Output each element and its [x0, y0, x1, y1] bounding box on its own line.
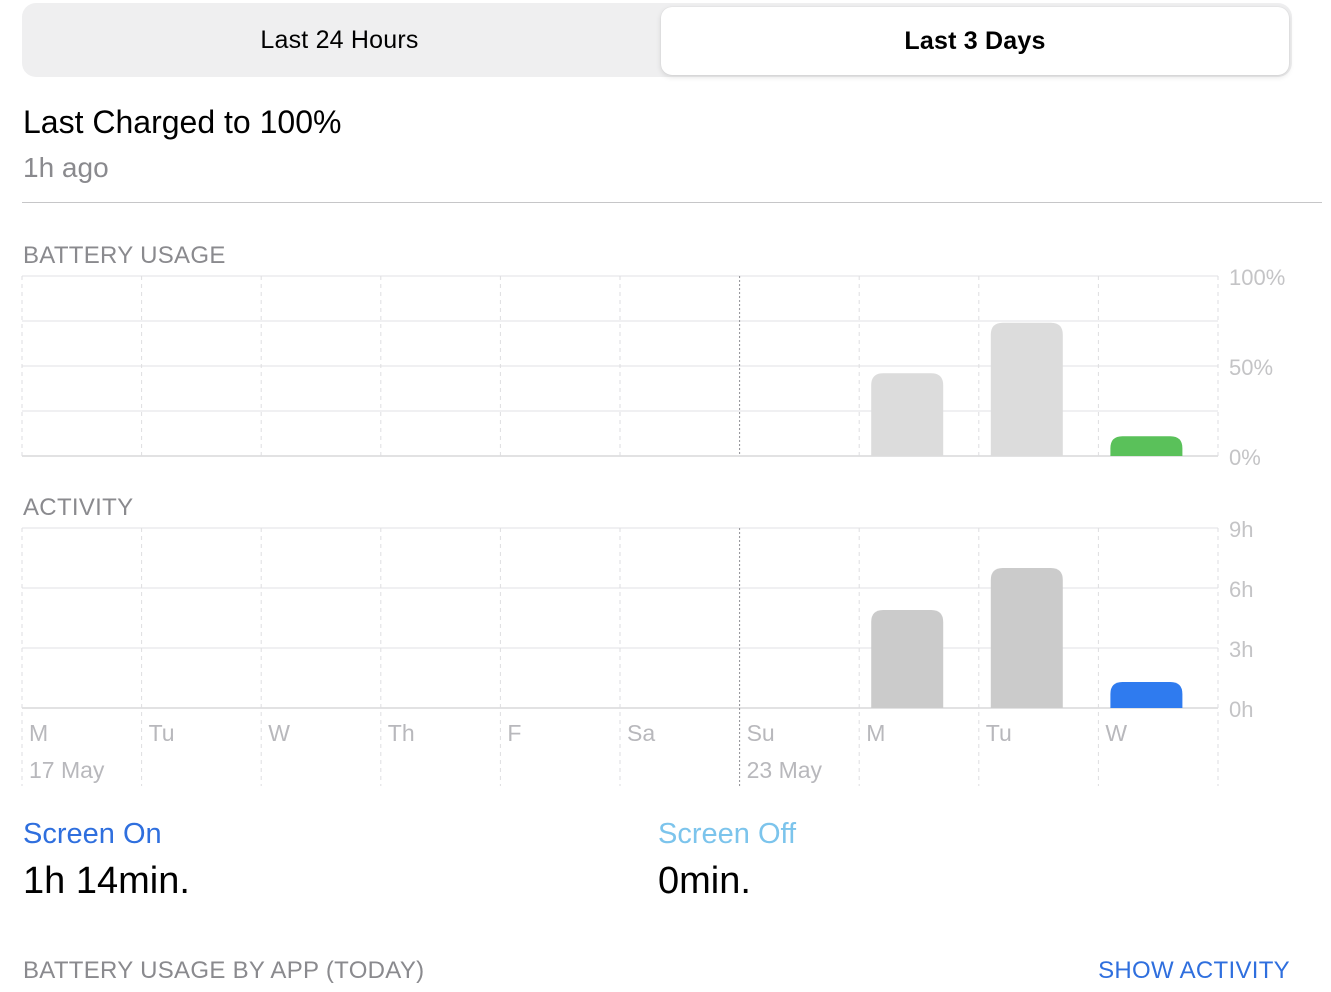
activity-y-tick-label: 0h — [1229, 697, 1253, 722]
screen-on-value: 1h 14min. — [23, 860, 190, 902]
x-axis-day-label: W — [1105, 720, 1127, 746]
screen-off-value: 0min. — [658, 860, 751, 902]
x-axis-day-label: Tu — [149, 720, 175, 746]
x-axis-day-label: Su — [747, 720, 775, 746]
battery-bar — [1110, 436, 1183, 456]
screen-off-label: Screen Off — [658, 818, 797, 850]
x-axis-day-label: Tu — [986, 720, 1012, 746]
activity-y-tick-label: 3h — [1229, 637, 1253, 662]
activity-y-tick-label: 9h — [1229, 517, 1253, 542]
x-axis-day-label: W — [268, 720, 290, 746]
battery-y-tick-label: 0% — [1229, 445, 1261, 470]
battery-usage-by-app-heading: BATTERY USAGE BY APP (TODAY) — [23, 957, 425, 984]
activity-bar — [990, 568, 1063, 708]
x-axis-day-label: M — [866, 720, 885, 746]
x-axis-day-label: Th — [388, 720, 415, 746]
activity-bar — [871, 610, 944, 708]
screen-on-label: Screen On — [23, 818, 162, 850]
battery-bar — [990, 322, 1063, 456]
activity-bar — [1110, 682, 1183, 708]
battery-y-tick-label: 50% — [1229, 355, 1273, 380]
x-axis-day-label: F — [507, 720, 521, 746]
battery-activity-charts: 100% 50% 0% 9h 6h 3h 0h M 17 May Tu W Th F Sa Su 23 May… — [21, 265, 1285, 786]
x-axis-day-label: M — [29, 720, 48, 746]
battery-bar — [871, 373, 944, 456]
show-activity-button[interactable]: SHOW ACTIVITY — [1098, 957, 1290, 985]
activity-y-tick-label: 6h — [1229, 577, 1253, 602]
x-axis-date-label: 17 May — [29, 757, 105, 783]
x-axis-day-label: Sa — [627, 720, 655, 746]
x-axis-date-label: 23 May — [747, 757, 823, 783]
battery-y-tick-label: 100% — [1229, 265, 1285, 290]
